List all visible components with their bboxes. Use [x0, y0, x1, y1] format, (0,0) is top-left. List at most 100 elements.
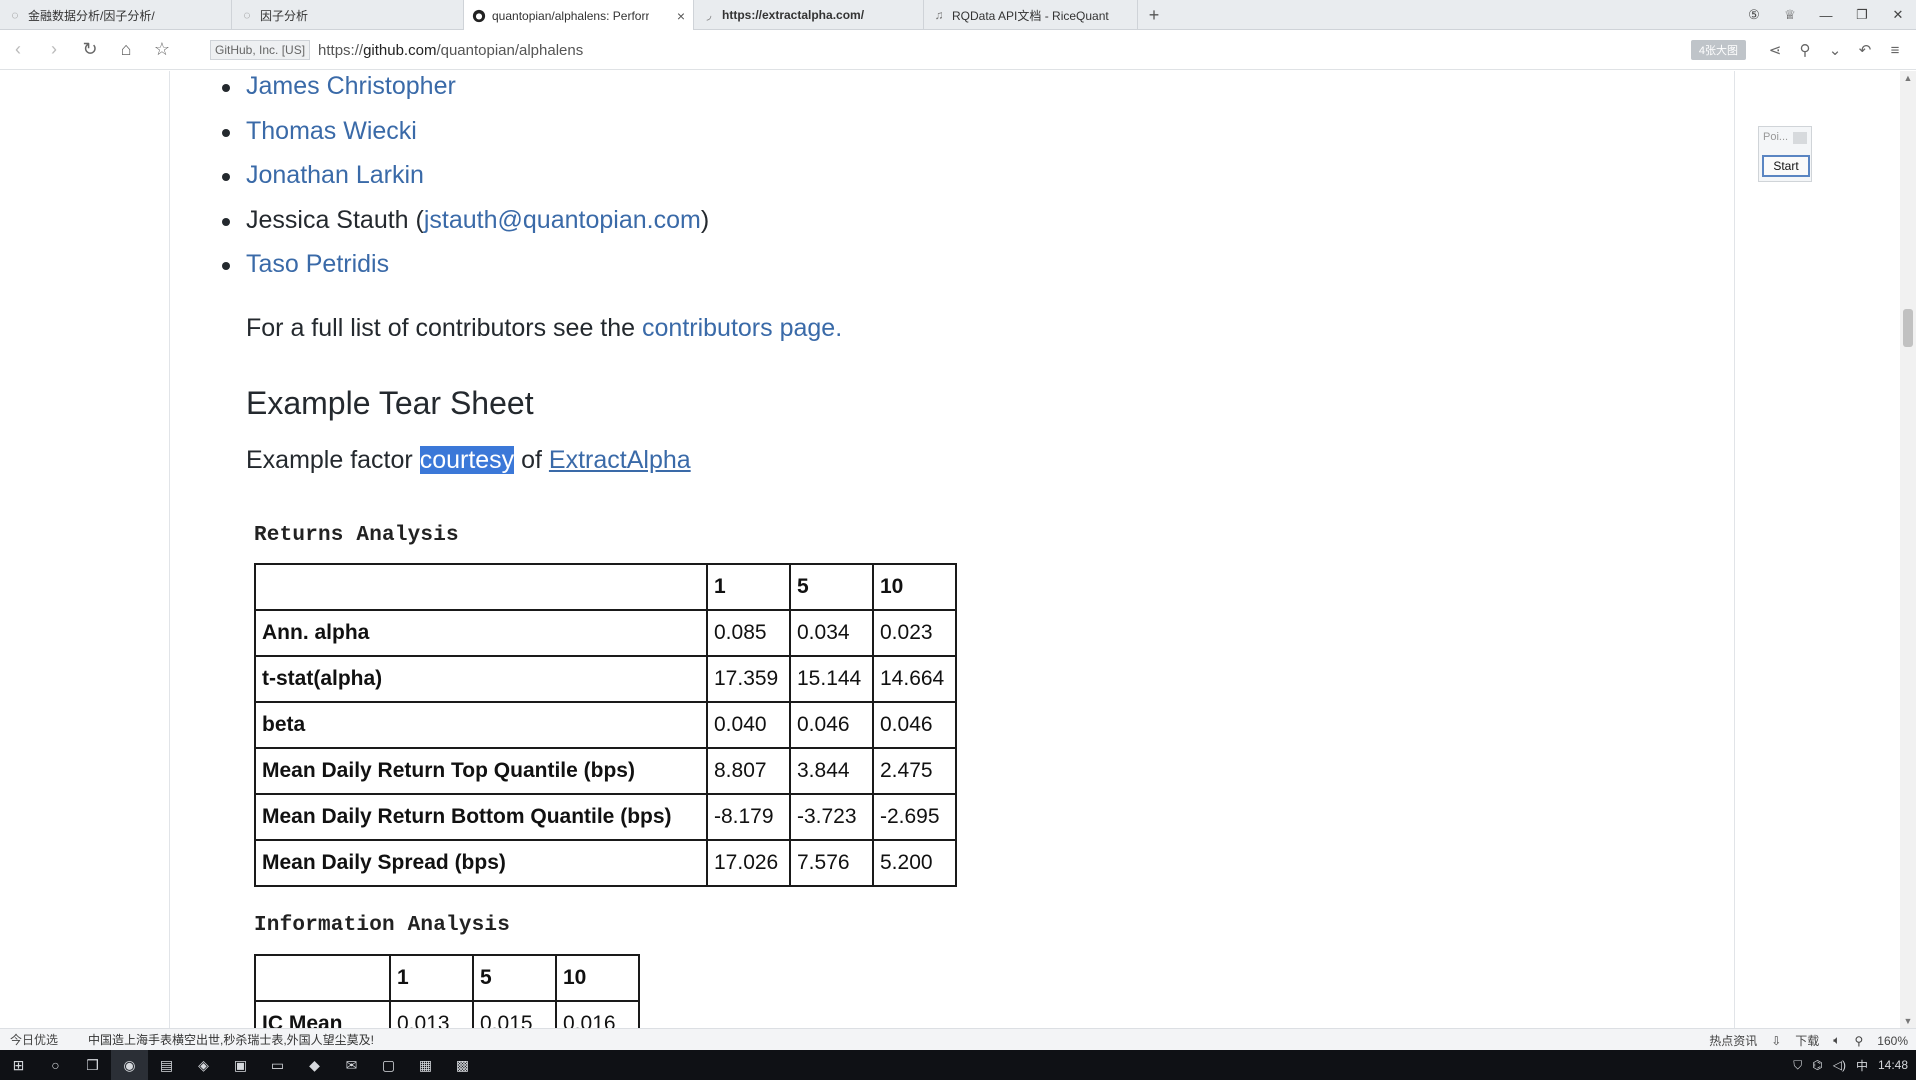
vertical-scrollbar[interactable]: ▲ ▼: [1900, 71, 1916, 1028]
table-row: Mean Daily Return Top Quantile (bps) 8.8…: [254, 747, 957, 795]
scrollbar-thumb[interactable]: [1903, 309, 1913, 347]
contributor-suffix: ): [700, 206, 710, 234]
app-icon[interactable]: ▣: [222, 1050, 259, 1080]
new-tab-button[interactable]: +: [1138, 0, 1170, 30]
today-picks-link[interactable]: 今日优选: [10, 1031, 58, 1048]
network-icon[interactable]: ⌬: [1812, 1058, 1822, 1072]
tab-factor-analysis[interactable]: ◌ 因子分析: [232, 0, 464, 30]
bookmark-star-icon[interactable]: ☆: [144, 30, 180, 70]
contributor-link[interactable]: James Christopher: [246, 72, 456, 100]
download-label[interactable]: 下载: [1795, 1032, 1819, 1049]
restore-button[interactable]: ❐: [1844, 7, 1880, 23]
hot-news-link[interactable]: 热点资讯: [1709, 1032, 1757, 1049]
contributor-link[interactable]: Jonathan Larkin: [246, 161, 424, 189]
list-item: Jessica Stauth (jstauth@quantopian.com): [222, 206, 710, 235]
table-header-row: 1 5 10: [254, 563, 957, 611]
share-icon[interactable]: ⋖: [1760, 41, 1790, 59]
skin-icon[interactable]: ♕: [1772, 7, 1808, 23]
table-cell: 0.015: [472, 1000, 557, 1028]
file-explorer-icon[interactable]: ▤: [148, 1050, 185, 1080]
table-cell: -2.695: [872, 793, 957, 841]
menu-icon[interactable]: ≡: [1880, 42, 1910, 59]
tab-title: quantopian/alphalens: Perforr: [492, 8, 650, 23]
tab-extractalpha[interactable]: ◞ https://extractalpha.com/: [694, 0, 924, 30]
task-view-icon[interactable]: ❒: [74, 1050, 111, 1080]
contributors-page-link[interactable]: contributors page.: [642, 314, 842, 342]
windows-start-icon[interactable]: ⊞: [0, 1050, 37, 1080]
tab-finance-factor[interactable]: ◌ 金融数据分析/因子分析/: [0, 0, 232, 30]
app-icon[interactable]: ◆: [296, 1050, 333, 1080]
browser-taskbar-icon[interactable]: ◉: [111, 1050, 148, 1080]
app-icon[interactable]: ▩: [444, 1050, 481, 1080]
screenshot-pill[interactable]: 4张大图: [1690, 40, 1746, 60]
windows-taskbar: ⊞ ○ ❒ ◉ ▤ ◈ ▣ ▭ ◆ ✉ ▢ ▦ ▩ ⛉ ⌬ ◁) 中 14:48: [0, 1050, 1916, 1080]
widget-box: [1793, 132, 1807, 144]
ime-indicator[interactable]: 中: [1856, 1057, 1868, 1074]
factor-paragraph: Example factor courtesy of ExtractAlpha: [246, 446, 691, 475]
table-row: Ann. alpha 0.085 0.034 0.023: [254, 609, 957, 657]
selected-text: courtesy: [419, 446, 515, 474]
security-badge[interactable]: GitHub, Inc. [US]: [210, 40, 311, 60]
contributor-link[interactable]: Thomas Wiecki: [246, 117, 417, 145]
column-header: 5: [472, 954, 557, 1002]
table-cell: 17.359: [706, 655, 791, 703]
minimize-button[interactable]: —: [1808, 8, 1844, 23]
undo-icon[interactable]: ↶: [1850, 41, 1880, 59]
app-icon[interactable]: ▭: [259, 1050, 296, 1080]
section-heading: Example Tear Sheet: [246, 385, 534, 421]
github-icon: [472, 9, 486, 23]
table-cell: 0.023: [872, 609, 957, 657]
news-ticker[interactable]: 中国造上海手表横空出世,秒杀瑞士表,外国人望尘莫及!: [88, 1031, 374, 1048]
table-cell: 8.807: [706, 747, 791, 795]
address-bar[interactable]: GitHub, Inc. [US] https://github.com/qua…: [210, 38, 583, 62]
widget-input-placeholder[interactable]: Poi...: [1763, 131, 1788, 143]
contributor-email-link[interactable]: jstauth@quantopian.com: [424, 206, 701, 234]
list-item: James Christopher: [222, 72, 456, 101]
tab-count-icon[interactable]: ⑤: [1736, 7, 1772, 23]
row-label: IC Mean: [254, 1000, 391, 1028]
close-window-button[interactable]: ✕: [1880, 7, 1916, 23]
loading-icon: ◞: [706, 8, 712, 22]
home-icon[interactable]: ⌂: [108, 30, 144, 70]
app-icon[interactable]: ▢: [370, 1050, 407, 1080]
row-label: t-stat(alpha): [254, 655, 708, 703]
app-icon[interactable]: ▦: [407, 1050, 444, 1080]
scroll-down-icon[interactable]: ▼: [1900, 1016, 1916, 1026]
tab-alphalens[interactable]: quantopian/alphalens: Perforr ×: [464, 0, 694, 31]
extension-icon[interactable]: ⚲: [1790, 41, 1820, 59]
search-icon[interactable]: ○: [37, 1050, 74, 1080]
tab-rqdata[interactable]: ♫ RQData API文档 - RiceQuant: [924, 0, 1138, 30]
back-icon[interactable]: ‹: [0, 30, 36, 70]
column-header: 10: [555, 954, 640, 1002]
app-icon[interactable]: ◈: [185, 1050, 222, 1080]
extractalpha-link[interactable]: ExtractAlpha: [549, 446, 691, 474]
table-row: t-stat(alpha) 17.359 15.144 14.664: [254, 655, 957, 703]
scroll-up-icon[interactable]: ▲: [1900, 73, 1916, 83]
volume-icon[interactable]: ◁): [1833, 1058, 1846, 1072]
download-icon[interactable]: ⇩: [1771, 1034, 1781, 1048]
table-cell: 17.026: [706, 839, 791, 887]
loading-icon: ◌: [11, 8, 19, 22]
url-host: github.com: [363, 41, 437, 59]
close-tab-icon[interactable]: ×: [671, 8, 685, 24]
table-row: Mean Daily Return Bottom Quantile (bps) …: [254, 793, 957, 841]
app-icon[interactable]: ✉: [333, 1050, 370, 1080]
start-button[interactable]: Start: [1762, 155, 1810, 177]
contributor-link[interactable]: Taso Petridis: [246, 250, 389, 278]
list-item: Jonathan Larkin: [222, 161, 424, 190]
chevron-down-icon[interactable]: ⌄: [1820, 41, 1850, 59]
zoom-icon[interactable]: ⚲: [1855, 1034, 1864, 1048]
list-item: Taso Petridis: [222, 250, 389, 279]
table-row: Mean Daily Spread (bps) 17.026 7.576 5.2…: [254, 839, 957, 887]
shield-icon[interactable]: ⛉: [1793, 1058, 1802, 1073]
zoom-level[interactable]: 160%: [1877, 1034, 1908, 1048]
loading-icon: ◌: [243, 8, 251, 22]
status-right: 热点资讯 ⇩ 下载 🔈︎ ⚲ 160%: [1709, 1032, 1908, 1049]
clock[interactable]: 14:48: [1878, 1058, 1908, 1072]
reload-icon[interactable]: ↻: [72, 30, 108, 70]
table-cell: 5.200: [872, 839, 957, 887]
paragraph-text: Example factor: [246, 446, 420, 474]
forward-icon[interactable]: ›: [36, 30, 72, 70]
volume-icon[interactable]: 🔈︎: [1833, 1033, 1840, 1048]
table-cell: 0.085: [706, 609, 791, 657]
